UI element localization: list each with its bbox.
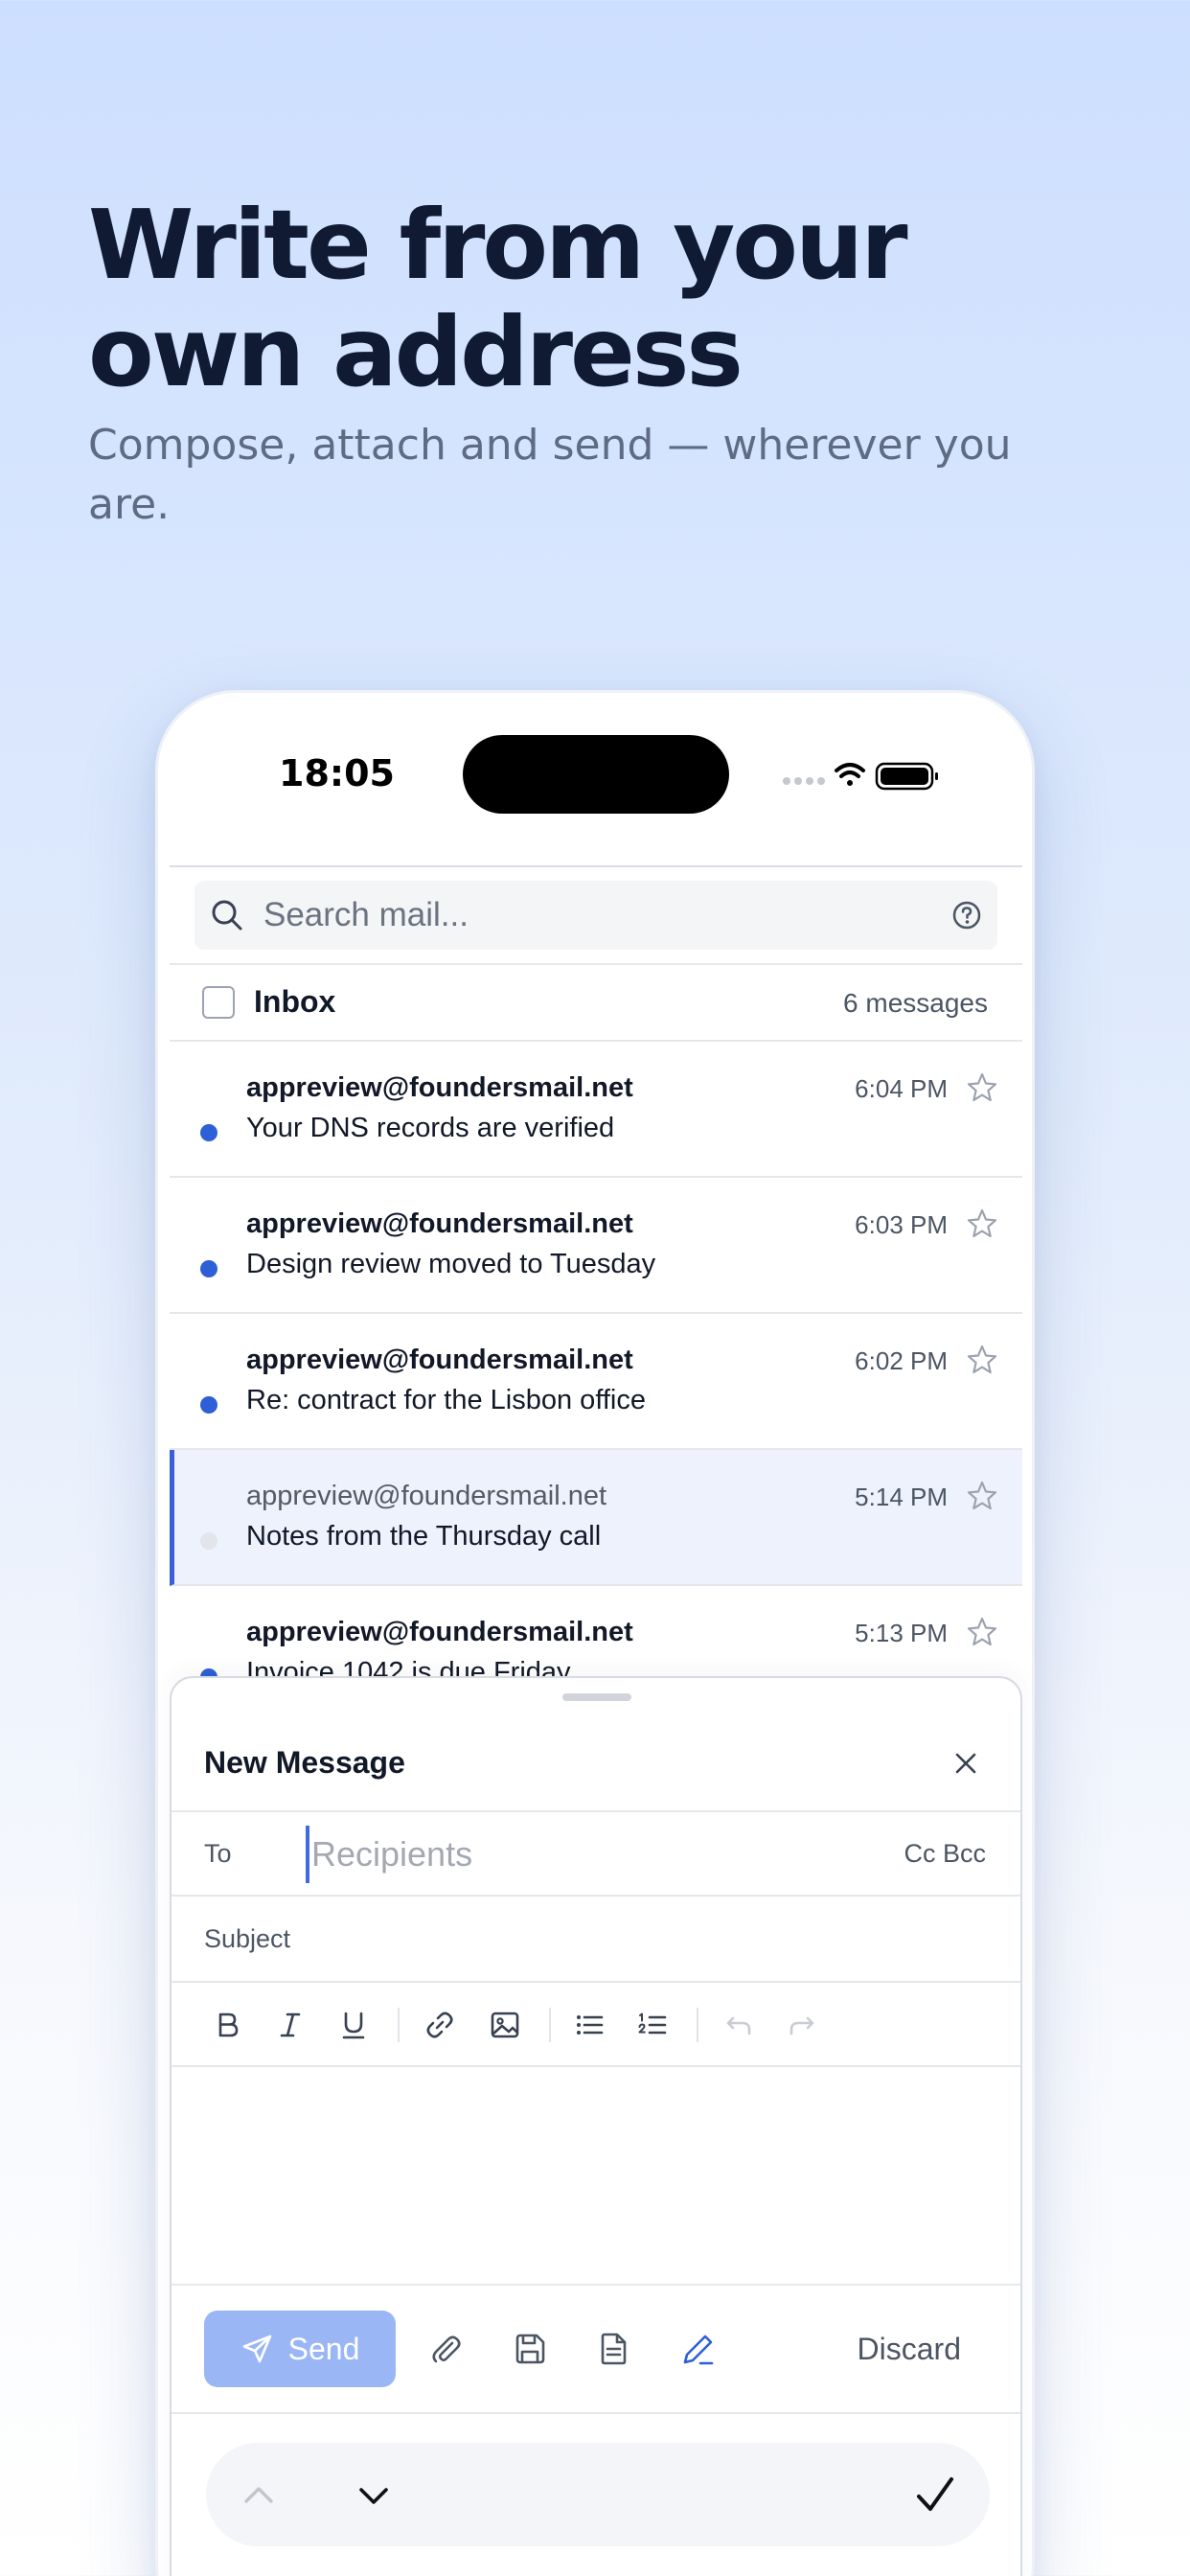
cc-bcc-toggle[interactable]: Cc Bcc (904, 1839, 986, 1869)
toolbar-divider (398, 2008, 400, 2042)
unread-dot (200, 1396, 217, 1414)
underline-icon[interactable] (336, 2008, 371, 2042)
to-field-row: To Cc Bcc (172, 1810, 1020, 1895)
mail-time: 5:13 PM (855, 1619, 948, 1647)
mail-row[interactable]: appreview@foundersmail.net Re: contract … (170, 1314, 1022, 1450)
mail-time: 6:04 PM (855, 1074, 948, 1103)
composer-title: New Message (204, 1745, 405, 1780)
compose-sheet: New Message To Cc Bcc (170, 1676, 1022, 2576)
marketing-subhead: Compose, attach and send — wherever you … (88, 421, 1012, 529)
dynamic-island (463, 735, 729, 814)
message-count: 6 messages (843, 988, 988, 1018)
template-icon[interactable] (595, 2330, 633, 2368)
italic-icon[interactable] (273, 2008, 308, 2042)
phone-frame: 18:05 Search mail... Inbox 6 messages ap… (155, 690, 1035, 2576)
sheet-drag-handle[interactable] (562, 1693, 631, 1701)
mail-screen: Inbox 6 messages appreview@foundersmail.… (170, 865, 1022, 2576)
chevron-up-icon[interactable] (235, 2472, 283, 2519)
signature-icon[interactable] (679, 2330, 718, 2368)
mail-row[interactable]: appreview@foundersmail.net Your DNS reco… (170, 1042, 1022, 1178)
subject-input[interactable] (204, 1910, 971, 1967)
attach-icon[interactable] (426, 2330, 465, 2368)
marketing-headline: Write from your own address (88, 189, 908, 408)
star-icon[interactable] (965, 1207, 999, 1241)
unread-dot (200, 1124, 217, 1141)
wifi-icon (835, 763, 865, 786)
checkmark-icon[interactable] (911, 2472, 959, 2519)
message-body-editor[interactable] (172, 2067, 1020, 2284)
star-icon[interactable] (965, 1070, 999, 1105)
compose-actions: Send Discard (172, 2284, 1020, 2414)
mail-time: 5:14 PM (855, 1483, 948, 1511)
mail-time: 6:03 PM (855, 1210, 948, 1239)
mail-subject: Your DNS records are verified (246, 1113, 615, 1143)
inbox-title: Inbox (254, 984, 336, 1019)
chevron-down-icon[interactable] (350, 2472, 398, 2519)
image-icon[interactable] (488, 2008, 522, 2042)
mail-time: 6:02 PM (855, 1346, 948, 1375)
redo-icon[interactable] (785, 2008, 819, 2042)
mail-row-selected[interactable]: appreview@foundersmail.net Notes from th… (170, 1450, 1022, 1586)
discard-button[interactable]: Discard (858, 2332, 961, 2367)
send-icon (242, 2334, 271, 2363)
star-icon[interactable] (965, 1479, 999, 1513)
toolbar-divider (697, 2008, 698, 2042)
link-icon[interactable] (423, 2008, 457, 2042)
search-bar[interactable] (195, 881, 997, 950)
mail-subject: Design review moved to Tuesday (246, 1249, 656, 1279)
mail-row[interactable]: appreview@foundersmail.net Design review… (170, 1178, 1022, 1314)
close-icon[interactable] (950, 1747, 982, 1780)
mail-subject: Re: contract for the Lisbon office (246, 1385, 646, 1415)
numbered-list-icon[interactable] (635, 2008, 670, 2042)
send-button[interactable]: Send (204, 2311, 396, 2387)
search-icon (212, 900, 242, 931)
toolbar-divider (549, 2008, 551, 2042)
bold-icon[interactable] (210, 2008, 244, 2042)
bullet-list-icon[interactable] (572, 2008, 606, 2042)
recipients-input[interactable] (306, 1826, 842, 1883)
star-icon[interactable] (965, 1615, 999, 1649)
battery-icon (875, 762, 938, 791)
star-icon[interactable] (965, 1343, 999, 1377)
help-icon[interactable] (951, 900, 982, 931)
keyboard-accessory-bar (206, 2443, 990, 2546)
inbox-header: Inbox 6 messages (170, 963, 1022, 1042)
mail-sender: appreview@foundersmail.net (246, 1481, 607, 1511)
cellular-signal-icon (783, 777, 825, 785)
mail-sender: appreview@foundersmail.net (246, 1617, 633, 1647)
status-icons (781, 758, 963, 796)
read-dot (200, 1532, 217, 1550)
to-label: To (204, 1839, 232, 1868)
mail-subject: Notes from the Thursday call (246, 1521, 602, 1552)
formatting-toolbar (172, 1981, 1020, 2067)
send-label: Send (287, 2331, 360, 2366)
search-input[interactable] (263, 881, 915, 950)
mail-sender: appreview@foundersmail.net (246, 1072, 633, 1103)
subject-field-row (172, 1895, 1020, 1979)
unread-dot (200, 1260, 217, 1277)
undo-icon[interactable] (721, 2008, 756, 2042)
mail-sender: appreview@foundersmail.net (246, 1345, 633, 1375)
mail-sender: appreview@foundersmail.net (246, 1208, 633, 1239)
save-draft-icon[interactable] (511, 2330, 549, 2368)
select-all-checkbox[interactable] (202, 986, 235, 1019)
status-time: 18:05 (279, 752, 395, 794)
